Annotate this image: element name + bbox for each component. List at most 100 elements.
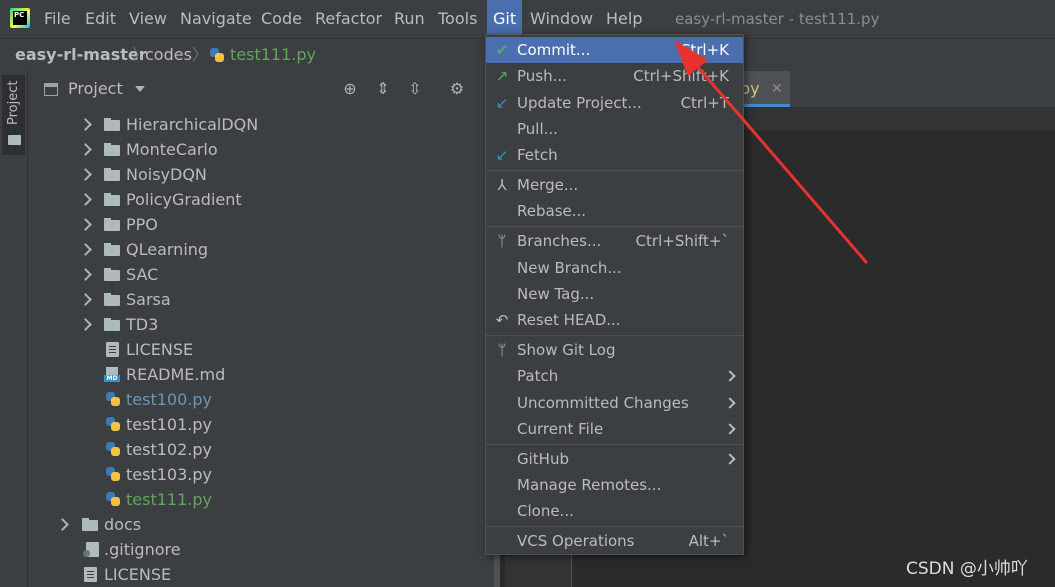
project-panel-title[interactable]: Project bbox=[68, 71, 123, 107]
menu-window[interactable]: Window bbox=[524, 0, 599, 38]
chevron-right-icon[interactable] bbox=[56, 518, 69, 531]
tree-item-label: test111.py bbox=[126, 490, 212, 509]
menu-git[interactable]: Git bbox=[487, 0, 523, 38]
collapse-all-icon[interactable]: ⇳ bbox=[406, 80, 424, 98]
tree-item-label: test100.py bbox=[126, 390, 212, 409]
menu-item-uncommitted-changes[interactable]: Uncommitted Changes bbox=[486, 390, 743, 416]
folder-icon bbox=[104, 143, 120, 156]
push-arrow-icon: ↗ bbox=[495, 67, 509, 85]
menu-view[interactable]: View bbox=[123, 0, 173, 38]
fetch-icon: ↙ bbox=[495, 146, 509, 164]
tree-item-file[interactable]: test111.py bbox=[28, 487, 496, 512]
menu-item-vcs-operations[interactable]: VCS Operations Alt+` bbox=[486, 528, 743, 554]
python-file-icon bbox=[105, 416, 121, 432]
tree-item-file[interactable]: .gitignore bbox=[28, 537, 496, 562]
tree-item-folder[interactable]: SAC bbox=[28, 262, 496, 287]
chevron-right-icon[interactable] bbox=[79, 218, 92, 231]
tree-item-file[interactable]: MD README.md bbox=[28, 362, 496, 387]
tree-item-folder[interactable]: TD3 bbox=[28, 312, 496, 337]
menu-refactor[interactable]: Refactor bbox=[309, 0, 388, 38]
menu-item-github[interactable]: GitHub bbox=[486, 446, 743, 472]
chevron-right-icon bbox=[724, 423, 736, 435]
menu-tools[interactable]: Tools bbox=[432, 0, 483, 38]
menu-separator bbox=[486, 170, 743, 171]
breadcrumb-codes[interactable]: codes bbox=[145, 39, 192, 71]
menu-item-new-tag[interactable]: New Tag... bbox=[486, 281, 743, 307]
project-tool-tab[interactable]: Project bbox=[2, 75, 25, 155]
folder-icon bbox=[104, 243, 120, 256]
chevron-right-icon[interactable] bbox=[79, 293, 92, 306]
folder-icon bbox=[104, 118, 120, 131]
tree-item-label: HierarchicalDQN bbox=[126, 115, 259, 134]
tree-item-label: NoisyDQN bbox=[126, 165, 207, 184]
tree-item-folder[interactable]: PolicyGradient bbox=[28, 187, 496, 212]
tree-item-folder[interactable]: HierarchicalDQN bbox=[28, 112, 496, 137]
chevron-right-icon[interactable] bbox=[79, 318, 92, 331]
markdown-file-icon: MD bbox=[104, 367, 120, 382]
tree-item-folder[interactable]: QLearning bbox=[28, 237, 496, 262]
menu-item-update-project[interactable]: ↙ Update Project... Ctrl+T bbox=[486, 90, 743, 116]
chevron-right-icon[interactable] bbox=[79, 243, 92, 256]
menu-item-pull[interactable]: Pull... bbox=[486, 116, 743, 142]
gear-icon[interactable]: ⚙ bbox=[448, 80, 466, 98]
update-arrow-icon: ↙ bbox=[495, 94, 509, 112]
menu-file[interactable]: File bbox=[38, 0, 77, 38]
menu-item-clone[interactable]: Clone... bbox=[486, 498, 743, 524]
menu-item-fetch[interactable]: ↙ Fetch bbox=[486, 142, 743, 168]
breadcrumb-file[interactable]: test111.py bbox=[230, 39, 316, 71]
menu-navigate[interactable]: Navigate bbox=[174, 0, 258, 38]
menu-item-reset-head[interactable]: ↶ Reset HEAD... bbox=[486, 307, 743, 333]
tree-item-folder[interactable]: PPO bbox=[28, 212, 496, 237]
chevron-down-icon[interactable] bbox=[135, 86, 145, 92]
tree-item-file[interactable]: test100.py bbox=[28, 387, 496, 412]
locate-target-icon[interactable]: ⊕ bbox=[341, 80, 359, 98]
menu-code[interactable]: Code bbox=[255, 0, 308, 38]
tree-item-file[interactable]: test101.py bbox=[28, 412, 496, 437]
tree-item-folder[interactable]: MonteCarlo bbox=[28, 137, 496, 162]
menu-item-rebase[interactable]: Rebase... bbox=[486, 198, 743, 224]
python-file-icon bbox=[209, 47, 225, 63]
chevron-right-icon bbox=[724, 370, 736, 382]
folder-icon bbox=[8, 135, 21, 145]
breadcrumb-project[interactable]: easy-rl-master bbox=[15, 39, 147, 71]
tree-item-label: test103.py bbox=[126, 465, 212, 484]
menu-item-show-git-log[interactable]: ᛘ Show Git Log bbox=[486, 337, 743, 363]
menu-help[interactable]: Help bbox=[600, 0, 648, 38]
menu-item-patch[interactable]: Patch bbox=[486, 363, 743, 389]
menu-item-new-branch[interactable]: New Branch... bbox=[486, 255, 743, 281]
menu-item-branches[interactable]: ᛘ Branches... Ctrl+Shift+` bbox=[486, 228, 743, 254]
chevron-right-icon[interactable] bbox=[79, 143, 92, 156]
tree-item-folder[interactable]: docs bbox=[28, 512, 496, 537]
menu-item-manage-remotes[interactable]: Manage Remotes... bbox=[486, 472, 743, 498]
expand-all-icon[interactable]: ⇕ bbox=[374, 80, 392, 98]
menu-run[interactable]: Run bbox=[388, 0, 431, 38]
chevron-right-icon[interactable] bbox=[79, 118, 92, 131]
menu-edit[interactable]: Edit bbox=[79, 0, 122, 38]
tree-item-file[interactable]: LICENSE bbox=[28, 337, 496, 362]
menu-separator bbox=[486, 335, 743, 336]
tree-item-file[interactable]: test102.py bbox=[28, 437, 496, 462]
folder-icon bbox=[104, 268, 120, 281]
chevron-right-icon bbox=[724, 397, 736, 409]
tree-item-folder[interactable]: NoisyDQN bbox=[28, 162, 496, 187]
close-icon[interactable]: ✕ bbox=[771, 71, 783, 107]
chevron-right-icon[interactable] bbox=[79, 268, 92, 281]
watermark: CSDN @小帅吖 bbox=[906, 559, 1028, 579]
undo-icon: ↶ bbox=[495, 311, 509, 329]
chevron-right-icon[interactable] bbox=[79, 193, 92, 206]
tree-item-label: docs bbox=[104, 515, 142, 534]
git-log-icon: ᛘ bbox=[497, 341, 507, 359]
menu-item-commit[interactable]: ✔ Commit... Ctrl+K bbox=[486, 37, 743, 63]
tool-window-strip: Project bbox=[0, 71, 28, 587]
tree-item-file[interactable]: LICENSE bbox=[28, 562, 496, 587]
menu-item-current-file[interactable]: Current File bbox=[486, 416, 743, 442]
tree-item-folder[interactable]: Sarsa bbox=[28, 287, 496, 312]
text-file-icon bbox=[84, 567, 97, 582]
menu-separator bbox=[486, 444, 743, 445]
tree-item-file[interactable]: test103.py bbox=[28, 462, 496, 487]
menu-item-merge[interactable]: ⅄ Merge... bbox=[486, 172, 743, 198]
menu-item-push[interactable]: ↗ Push... Ctrl+Shift+K bbox=[486, 63, 743, 89]
git-dropdown-menu: ✔ Commit... Ctrl+K ↗ Push... Ctrl+Shift+… bbox=[485, 34, 744, 555]
chevron-right-icon[interactable] bbox=[79, 168, 92, 181]
check-icon: ✔ bbox=[495, 41, 509, 59]
